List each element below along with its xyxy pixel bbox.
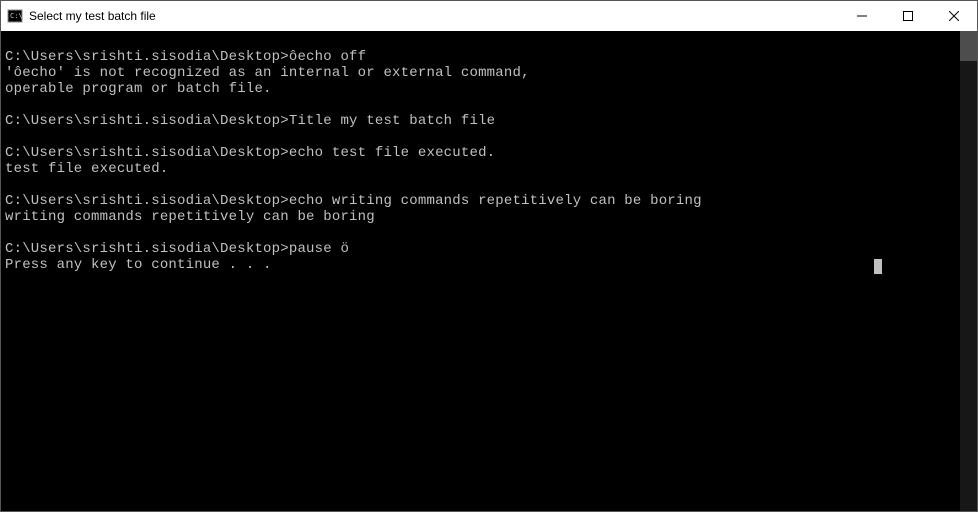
terminal-text: C:\Users\srishti.sisodia\Desktop>ôecho o… [5,49,702,273]
maximize-button[interactable] [885,1,931,31]
command-prompt-window: C:\ Select my test batch file C:\Users\s… [0,0,978,512]
titlebar[interactable]: C:\ Select my test batch file [1,1,977,31]
scroll-thumb[interactable] [960,31,977,61]
command-prompt-icon: C:\ [7,8,23,24]
terminal-area: C:\Users\srishti.sisodia\Desktop>ôecho o… [1,31,977,511]
svg-text:C:\: C:\ [10,12,23,20]
close-button[interactable] [931,1,977,31]
window-title: Select my test batch file [29,9,839,23]
window-controls [839,1,977,31]
vertical-scrollbar[interactable] [960,31,977,511]
text-cursor [874,259,882,274]
terminal-output[interactable]: C:\Users\srishti.sisodia\Desktop>ôecho o… [1,31,960,511]
minimize-button[interactable] [839,1,885,31]
